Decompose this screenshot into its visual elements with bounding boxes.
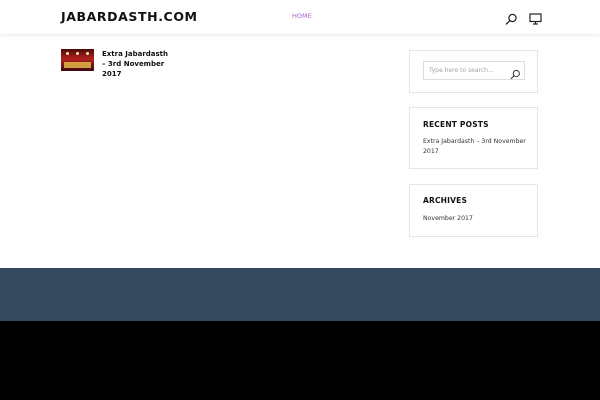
search-input[interactable] [424,62,508,79]
recent-posts-title: RECENT POSTS [423,120,489,129]
site-title[interactable]: JABARDASTH.COM [61,9,198,24]
search-widget [409,50,538,93]
recent-posts-widget: RECENT POSTS Extra Jabardasth – 3rd Nove… [409,107,538,169]
footer-bottom-bar [0,321,600,400]
recent-post-link[interactable]: Extra Jabardasth – 3rd November 2017 [423,137,528,157]
nav-item-home[interactable]: HOME [292,12,312,20]
monitor-icon[interactable] [529,10,542,25]
search-icon[interactable] [510,65,521,80]
footer-widgets-area [0,268,600,321]
archives-widget: ARCHIVES November 2017 [409,184,538,237]
archives-title: ARCHIVES [423,196,468,205]
post-list-item[interactable]: Extra Jabardasth – 3rd November 2017 [61,49,171,81]
search-icon[interactable] [505,10,518,25]
post-thumbnail[interactable] [61,49,94,71]
post-title[interactable]: Extra Jabardasth – 3rd November 2017 [102,49,172,79]
search-box [423,61,525,80]
site-header: JABARDASTH.COM HOME [0,0,600,34]
archive-link[interactable]: November 2017 [423,214,528,224]
